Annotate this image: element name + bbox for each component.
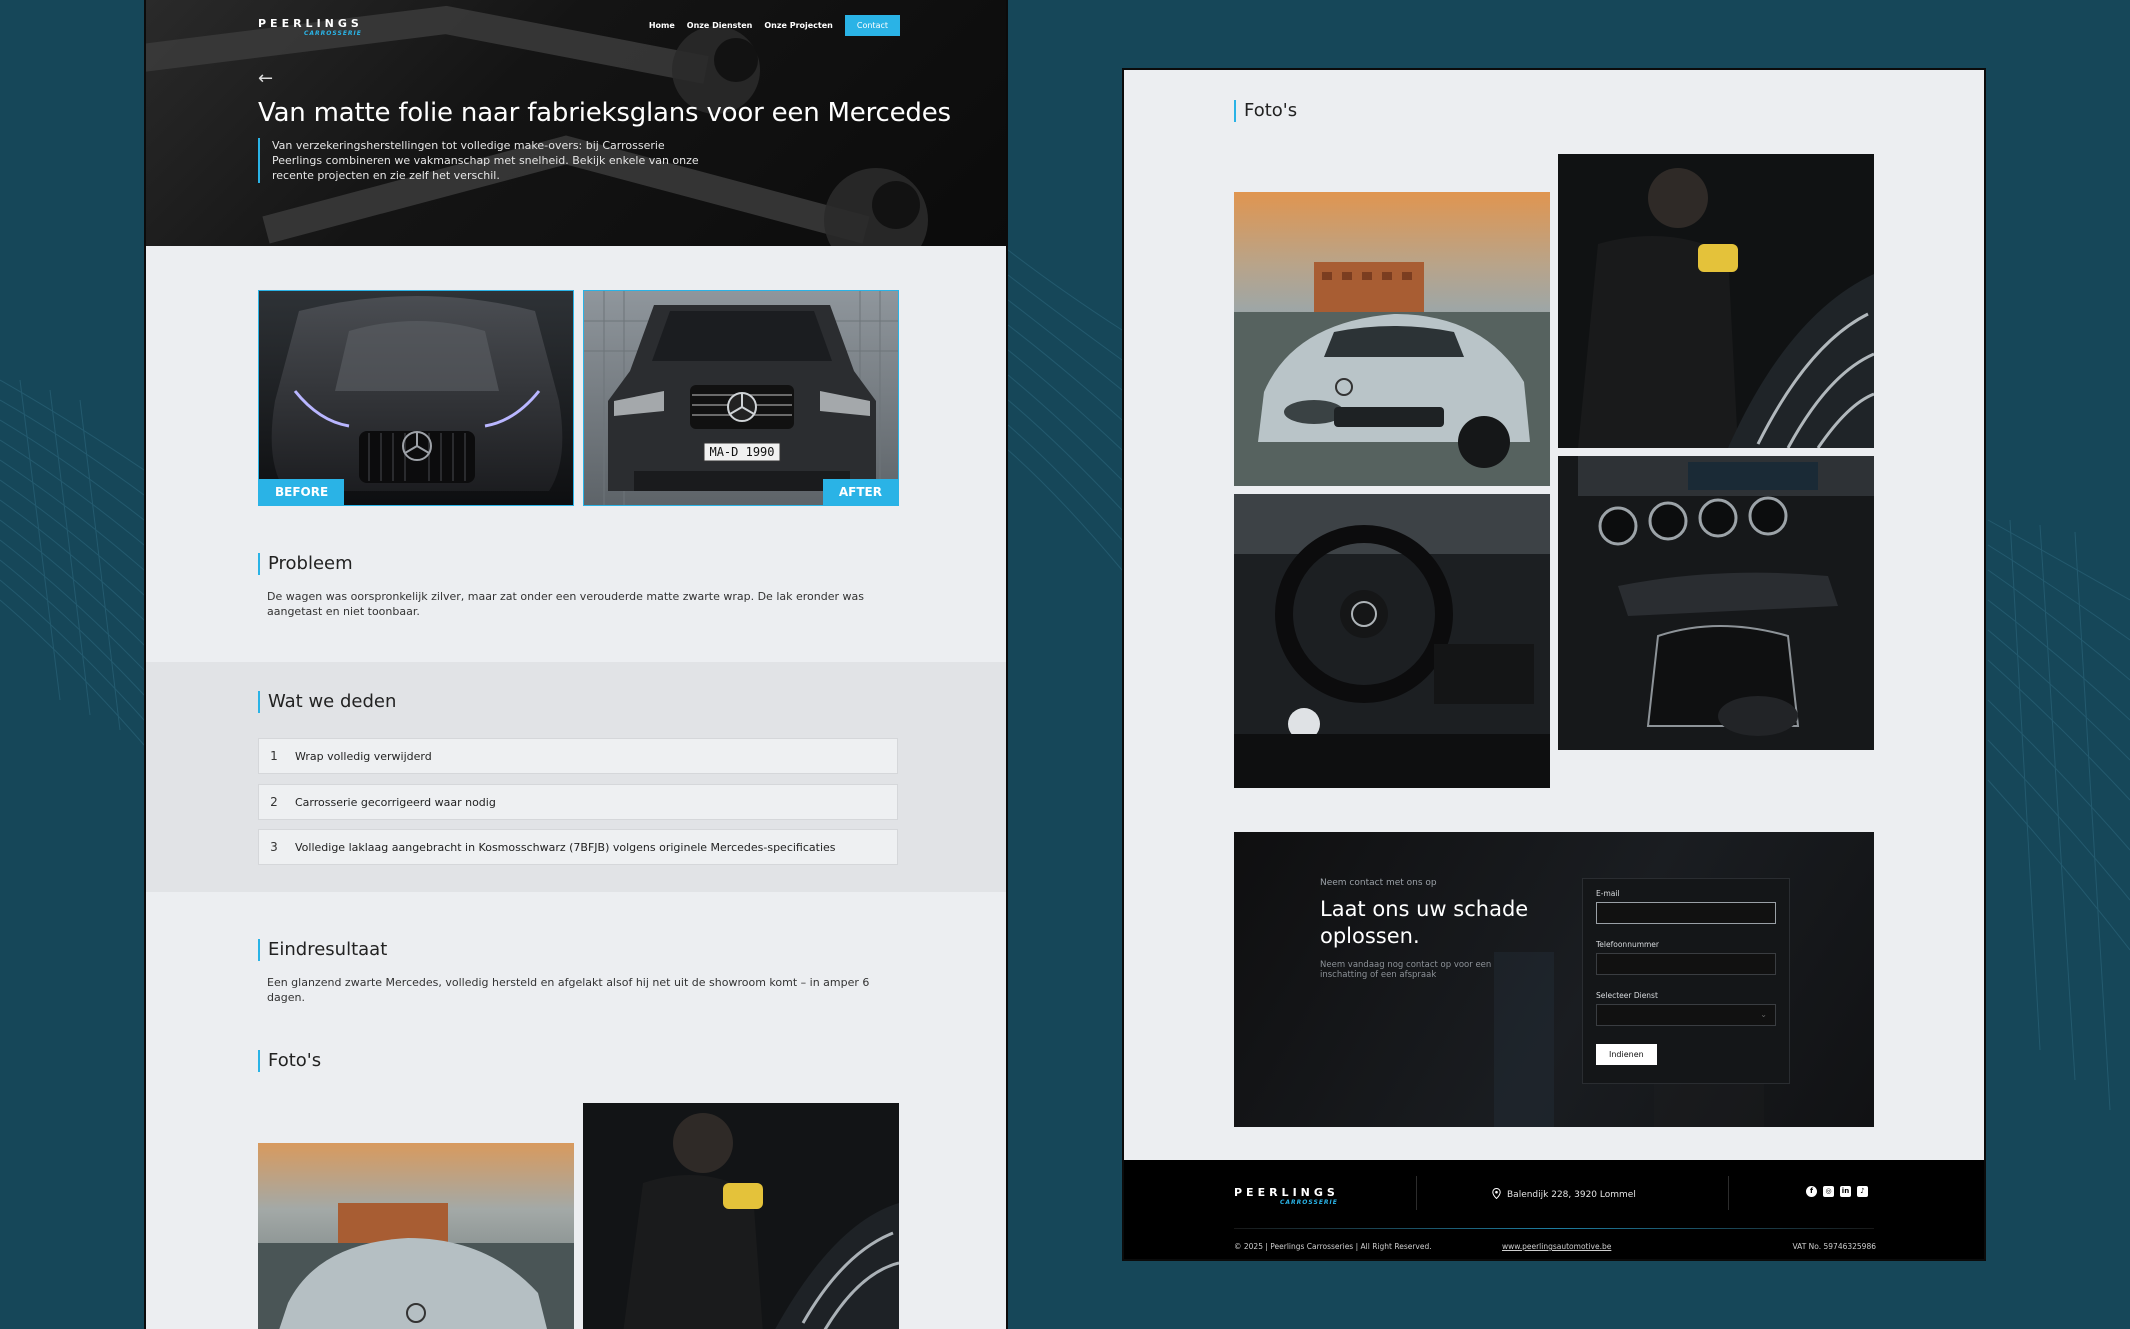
footer-socials: f ◎ in ♪ bbox=[1806, 1186, 1868, 1197]
footer-website-link[interactable]: www.peerlingsautomotive.be bbox=[1502, 1242, 1611, 1251]
before-car-illustration bbox=[259, 291, 573, 505]
contact-form: E-mail Telefoonnummer Selecteer Dienst ⌄… bbox=[1582, 878, 1790, 1084]
contact-title: Laat ons uw schade oplossen. bbox=[1320, 897, 1529, 948]
hero-section: PEERLINGS CARROSSERIE Home Onze Diensten… bbox=[146, 0, 1006, 246]
page-title: Van matte folie naar fabrieksglans voor … bbox=[258, 98, 951, 128]
project-page-left: PEERLINGS CARROSSERIE Home Onze Diensten… bbox=[144, 0, 1008, 1329]
contact-eyebrow: Neem contact met ons op bbox=[1320, 878, 1437, 888]
photo-dashboard[interactable] bbox=[1558, 456, 1874, 750]
photo-silver-amg[interactable] bbox=[258, 1143, 574, 1329]
photo-polishing-large[interactable] bbox=[1558, 154, 1874, 448]
submit-button[interactable]: Indienen bbox=[1596, 1044, 1657, 1065]
step-item: 3 Volledige laklaag aangebracht in Kosmo… bbox=[258, 829, 898, 865]
contact-button[interactable]: Contact bbox=[844, 15, 900, 36]
problem-heading: Probleem bbox=[258, 553, 353, 575]
service-label: Selecteer Dienst bbox=[1596, 991, 1658, 1000]
before-image: BEFORE bbox=[258, 290, 574, 506]
footer-address: Balendijk 228, 3920 Lommel bbox=[1492, 1187, 1636, 1202]
footer-divider bbox=[1728, 1176, 1729, 1210]
nav-onze-diensten[interactable]: Onze Diensten bbox=[687, 21, 753, 30]
after-car-illustration: MA-D 1990 bbox=[584, 291, 898, 505]
contact-section: Neem contact met ons op Laat ons uw scha… bbox=[1234, 832, 1874, 1127]
photos-heading-right: Foto's bbox=[1234, 100, 1297, 122]
chevron-down-icon: ⌄ bbox=[1760, 1010, 1767, 1019]
site-footer: PEERLINGS CARROSSERIE Balendijk 228, 392… bbox=[1124, 1160, 1984, 1259]
photo-steering-wheel[interactable] bbox=[1234, 494, 1550, 788]
footer-divider bbox=[1416, 1176, 1417, 1210]
instagram-icon[interactable]: ◎ bbox=[1823, 1186, 1834, 1197]
step-item: 1 Wrap volledig verwijderd bbox=[258, 738, 898, 774]
email-label: E-mail bbox=[1596, 889, 1620, 898]
contact-description: Neem vandaag nog contact op voor een ins… bbox=[1320, 960, 1492, 980]
location-pin-icon bbox=[1492, 1187, 1501, 1202]
linkedin-icon[interactable]: in bbox=[1840, 1186, 1851, 1197]
nav-home[interactable]: Home bbox=[649, 21, 675, 30]
before-label: BEFORE bbox=[259, 479, 345, 505]
hero-description: Van verzekeringsherstellingen tot volled… bbox=[258, 138, 718, 183]
main-nav: Home Onze Diensten Onze Projecten Contac… bbox=[649, 15, 900, 36]
phone-label: Telefoonnummer bbox=[1596, 940, 1660, 949]
nav-onze-projecten[interactable]: Onze Projecten bbox=[764, 21, 833, 30]
step-item: 2 Carrosserie gecorrigeerd waar nodig bbox=[258, 784, 898, 820]
result-heading: Eindresultaat bbox=[258, 939, 387, 961]
footer-vat: VAT No. 59746325986 bbox=[1792, 1242, 1877, 1251]
footer-copyright: © 2025 | Peerlings Carrosseries | All Ri… bbox=[1234, 1242, 1432, 1251]
license-plate: MA-D 1990 bbox=[709, 445, 774, 459]
project-page-right: Foto's Neem contact met ons op Laat ons … bbox=[1122, 68, 1986, 1261]
problem-text: De wagen was oorspronkelijk zilver, maar… bbox=[267, 590, 864, 618]
footer-logo[interactable]: PEERLINGS CARROSSERIE bbox=[1234, 1186, 1339, 1206]
service-select[interactable]: ⌄ bbox=[1596, 1004, 1776, 1026]
arrow-left-icon[interactable]: ← bbox=[258, 68, 273, 89]
photo-silver-amg-large[interactable] bbox=[1234, 192, 1550, 486]
brand-logo[interactable]: PEERLINGS CARROSSERIE bbox=[258, 17, 363, 37]
photos-heading: Foto's bbox=[258, 1050, 321, 1072]
phone-field[interactable] bbox=[1596, 953, 1776, 975]
footer-divider-line bbox=[1234, 1228, 1874, 1229]
after-image: MA-D 1990 AFTER bbox=[583, 290, 899, 506]
facebook-icon[interactable]: f bbox=[1806, 1186, 1817, 1197]
email-field[interactable] bbox=[1596, 902, 1776, 924]
result-text: Een glanzend zwarte Mercedes, volledig h… bbox=[267, 976, 870, 1004]
tiktok-icon[interactable]: ♪ bbox=[1857, 1186, 1868, 1197]
what-we-did-heading: Wat we deden bbox=[258, 691, 396, 713]
after-label: AFTER bbox=[822, 479, 898, 505]
photo-polishing[interactable] bbox=[583, 1103, 899, 1329]
